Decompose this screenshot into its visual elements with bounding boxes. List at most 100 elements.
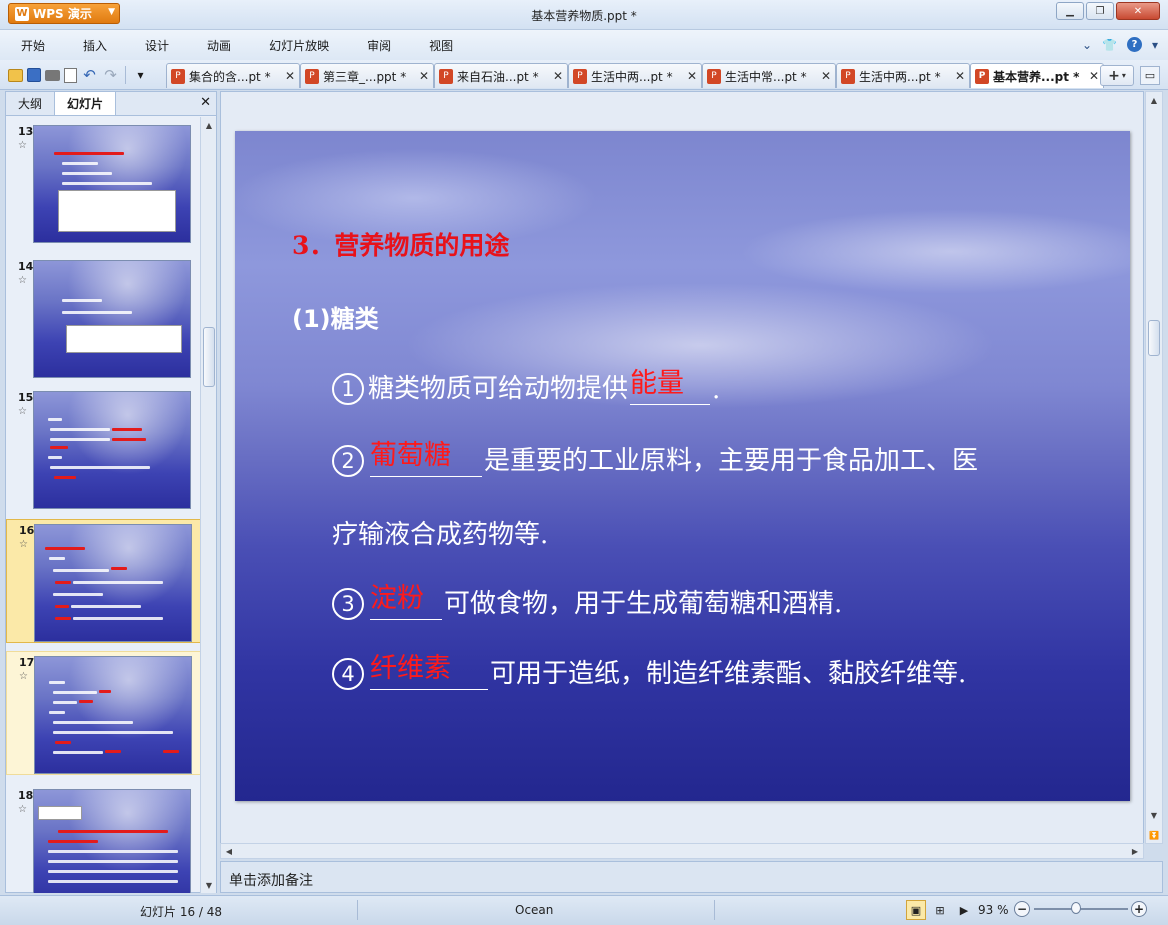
slideshow-icon[interactable]: ▶ <box>954 900 974 920</box>
close-pane-icon[interactable]: ✕ <box>200 95 211 110</box>
doc-tab-label: 基本营养...pt * <box>993 69 1080 84</box>
slide-bullet-4[interactable]: 4 纤维素 可用于造纸，制造纤维素酯、黏胶纤维等. <box>332 653 966 690</box>
close-tab-icon[interactable]: ✕ <box>687 69 697 83</box>
zoom-in-icon[interactable]: + <box>1131 901 1147 917</box>
open-folder-icon[interactable] <box>8 68 23 82</box>
ppt-file-icon: P <box>439 68 453 84</box>
undo-icon[interactable]: ↶ <box>81 66 98 84</box>
doc-tab[interactable]: P 集合的含...pt * ✕ <box>166 63 300 88</box>
ppt-file-icon: P <box>305 68 319 84</box>
slide-thumbnail[interactable]: 17 ☆ <box>6 651 201 775</box>
editor-vertical-scrollbar[interactable]: ▲ ▼ ⏬ <box>1145 91 1163 844</box>
answer-text: 葡萄糖 <box>370 440 451 471</box>
scroll-left-icon[interactable]: ◀ <box>221 843 237 859</box>
animation-star-icon: ☆ <box>18 140 27 151</box>
pane-tabs: 大纲 幻灯片 ✕ <box>6 91 216 116</box>
thumbnail-image <box>33 789 191 893</box>
slide-bullet-2[interactable]: 2 葡萄糖 是重要的工业原料，主要用于食品加工、医 <box>332 440 978 477</box>
chevron-down-icon[interactable]: ▾ <box>1152 38 1158 52</box>
slide-bullet-2-cont[interactable]: 疗输液合成药物等. <box>332 514 548 551</box>
document-tabs: P 集合的含...pt * ✕ P 第三章_...ppt * ✕ P 来自石油.… <box>166 63 1104 88</box>
thumbnail-scrollbar[interactable]: ▲ ▼ <box>200 117 216 893</box>
animation-star-icon: ☆ <box>18 406 27 417</box>
circled-number: 3 <box>332 588 364 620</box>
bullet-text: 可用于造纸，制造纤维素酯、黏胶纤维等. <box>490 659 967 689</box>
close-tab-icon[interactable]: ✕ <box>285 69 295 83</box>
close-tab-icon[interactable]: ✕ <box>553 69 563 83</box>
chevron-down-icon: ▾ <box>1121 71 1126 80</box>
close-tab-icon[interactable]: ✕ <box>419 69 429 83</box>
doc-tab-label: 生活中两...pt * <box>859 69 941 84</box>
menu-review[interactable]: 审阅 <box>346 37 408 54</box>
scroll-down-icon[interactable]: ▼ <box>201 877 217 893</box>
close-tab-icon[interactable]: ✕ <box>1089 69 1099 83</box>
notes-pane[interactable]: 单击添加备注 <box>220 861 1163 893</box>
restore-button[interactable]: ❐ <box>1086 2 1114 20</box>
view-buttons: ▣ ⊞ ▶ <box>906 900 974 920</box>
ppt-file-icon: P <box>841 68 855 84</box>
slide-thumbnail-selected[interactable]: 16 ☆ <box>6 519 201 643</box>
menu-animation[interactable]: 动画 <box>186 37 248 54</box>
menu-home[interactable]: 开始 <box>0 37 62 54</box>
print-preview-icon[interactable] <box>64 67 77 83</box>
slide-subtitle[interactable]: (1)糖类 <box>292 299 379 334</box>
redo-icon[interactable]: ↷ <box>102 66 119 84</box>
zoom-out-icon[interactable]: − <box>1014 901 1030 917</box>
scroll-thumb[interactable] <box>203 327 215 387</box>
help-icon[interactable]: ? <box>1126 37 1142 52</box>
normal-view-icon[interactable]: ▣ <box>906 900 926 920</box>
scroll-up-icon[interactable]: ▲ <box>1146 92 1162 108</box>
scroll-thumb[interactable] <box>1148 320 1160 356</box>
status-divider <box>357 900 358 920</box>
thumbnail-number: 16 <box>19 524 35 537</box>
answer-blank: 淀粉 <box>370 583 442 620</box>
slide-bullet-3[interactable]: 3 淀粉 可做食物，用于生成葡萄糖和酒精. <box>332 583 842 620</box>
tab-outline[interactable]: 大纲 <box>6 92 54 115</box>
doc-tab-active[interactable]: P 基本营养...pt * ✕ <box>970 63 1104 88</box>
scroll-right-icon[interactable]: ▶ <box>1127 843 1143 859</box>
next-slide-icon[interactable]: ⏬ <box>1146 827 1162 843</box>
tab-layout-icon[interactable]: ▭ <box>1140 66 1160 85</box>
close-tab-icon[interactable]: ✕ <box>821 69 831 83</box>
customize-dropdown-icon[interactable]: ▾ <box>132 67 149 84</box>
chevron-down-icon[interactable]: ⌄ <box>1082 38 1092 52</box>
print-icon[interactable] <box>45 69 60 81</box>
tab-slides[interactable]: 幻灯片 <box>54 91 117 115</box>
ppt-file-icon: P <box>171 68 185 84</box>
doc-tab[interactable]: P 生活中两...pt * ✕ <box>836 63 970 88</box>
save-icon[interactable] <box>27 68 41 82</box>
zoom-slider[interactable] <box>1034 908 1128 910</box>
slide-bullet-1[interactable]: 1 糖类物质可给动物提供 能量 . <box>332 368 720 405</box>
close-button[interactable]: ✕ <box>1116 2 1160 20</box>
slide-sorter-icon[interactable]: ⊞ <box>930 900 950 920</box>
scroll-up-icon[interactable]: ▲ <box>201 117 217 133</box>
zoom-slider-knob[interactable] <box>1071 902 1082 914</box>
doc-tab[interactable]: P 生活中两...pt * ✕ <box>568 63 702 88</box>
skin-icon[interactable]: 👕 <box>1102 38 1117 52</box>
slide-thumbnail[interactable]: 14 ☆ <box>6 256 201 380</box>
scroll-down-icon[interactable]: ▼ <box>1146 807 1162 823</box>
menu-insert[interactable]: 插入 <box>62 37 124 54</box>
doc-tab[interactable]: P 第三章_...ppt * ✕ <box>300 63 434 88</box>
notes-placeholder: 单击添加备注 <box>229 873 313 889</box>
close-tab-icon[interactable]: ✕ <box>955 69 965 83</box>
menu-design[interactable]: 设计 <box>124 37 186 54</box>
doc-tab[interactable]: P 来自石油...pt * ✕ <box>434 63 568 88</box>
minimize-button[interactable]: ▁ <box>1056 2 1084 20</box>
thumbnail-number: 18 <box>18 789 34 802</box>
doc-tab[interactable]: P 生活中常...pt * ✕ <box>702 63 836 88</box>
new-tab-button[interactable]: + ▾ <box>1100 65 1134 86</box>
editor-horizontal-scrollbar[interactable]: ◀ ▶ <box>220 843 1144 859</box>
slide-thumbnail[interactable]: 15 ☆ <box>6 387 201 511</box>
slide-canvas[interactable]: 3．营养物质的用途 (1)糖类 1 糖类物质可给动物提供 能量 . 2 葡萄糖 … <box>235 131 1130 801</box>
answer-blank: 葡萄糖 <box>370 440 482 477</box>
slide-thumbnail[interactable]: 13 ☆ <box>6 121 201 245</box>
slide-thumbnail[interactable]: 18 ☆ <box>6 785 201 893</box>
menu-view[interactable]: 视图 <box>408 37 470 54</box>
menu-slideshow[interactable]: 幻灯片放映 <box>248 37 346 54</box>
circled-number: 2 <box>332 445 364 477</box>
animation-star-icon: ☆ <box>19 671 28 682</box>
menu-right-icons: ⌄ 👕 ? ▾ <box>1082 37 1158 52</box>
toolbar: ↶ ↷ ▾ P 集合的含...pt * ✕ P 第三章_...ppt * ✕ P… <box>0 60 1168 90</box>
slide-title[interactable]: 3．营养物质的用途 <box>292 226 509 262</box>
